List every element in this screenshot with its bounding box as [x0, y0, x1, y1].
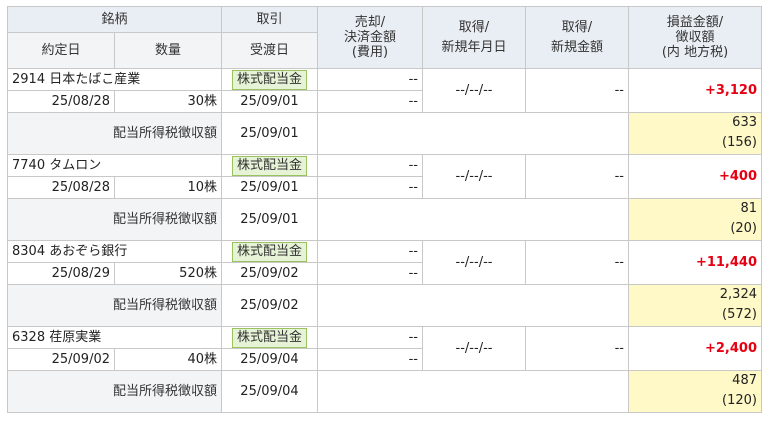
header-acq-date: 取得/ 新規年月日	[422, 6, 526, 69]
trade-type-badge: 株式配当金	[231, 241, 307, 262]
sale-amount: --	[317, 326, 423, 349]
sale-cost: --	[317, 262, 423, 285]
stock-name[interactable]: 6328 荏原実業	[7, 326, 222, 349]
tax-local-amount: (120)	[722, 393, 757, 408]
header-sale-line3: (費用)	[351, 45, 389, 60]
tax-local-amount: (20)	[730, 221, 757, 236]
tax-row: 配当所得税徴収額 25/09/04 487 (120)	[7, 370, 762, 413]
stock-name[interactable]: 7740 タムロン	[7, 154, 222, 177]
header-acq-date-line1: 取得/	[458, 19, 490, 35]
header-profit-line1: 損益金額/	[666, 15, 724, 30]
header-sale-line2: 決済金額	[343, 30, 396, 45]
profit-amount: +400	[628, 154, 762, 199]
header-row-1: 銘柄 取引 売却/ 決済金額 (費用) 取得/ 新規年月日 取得/ 新規金額 損…	[7, 6, 762, 69]
tax-amount: 633	[732, 115, 757, 130]
tax-blank	[317, 284, 629, 327]
tax-amount: 487	[732, 373, 757, 388]
quantity: 10株	[114, 176, 222, 199]
tax-amount: 2,324	[719, 287, 757, 302]
header-acq-amount-line1: 取得/	[561, 19, 593, 35]
settle-date: 25/09/04	[221, 348, 318, 371]
tax-date: 25/09/01	[221, 198, 318, 241]
dividend-history-table: 銘柄 取引 売却/ 決済金額 (費用) 取得/ 新規年月日 取得/ 新規金額 損…	[7, 6, 762, 413]
header-quantity: 数量	[114, 32, 222, 69]
profit-amount: +11,440	[628, 240, 762, 285]
settle-date: 25/09/02	[221, 262, 318, 285]
header-trade-date: 約定日	[7, 32, 115, 69]
sale-cost: --	[317, 176, 423, 199]
settle-date: 25/09/01	[221, 176, 318, 199]
acq-date: --/--/--	[422, 240, 526, 285]
acq-amount: --	[525, 240, 629, 285]
trade-date: 25/09/02	[7, 348, 115, 371]
tax-row: 配当所得税徴収額 25/09/02 2,324 (572)	[7, 284, 762, 327]
tax-date: 25/09/02	[221, 284, 318, 327]
header-settle-date: 受渡日	[221, 32, 318, 69]
header-acq-amount: 取得/ 新規金額	[525, 6, 629, 69]
tax-date: 25/09/04	[221, 370, 318, 413]
acq-date: --/--/--	[422, 326, 526, 371]
acq-amount: --	[525, 326, 629, 371]
sale-cost: --	[317, 90, 423, 113]
trade-date: 25/08/28	[7, 176, 115, 199]
header-profit: 損益金額/ 徴収額 (内 地方税)	[628, 6, 762, 69]
tax-local-amount: (156)	[722, 135, 757, 150]
quantity: 30株	[114, 90, 222, 113]
trade-type-badge: 株式配当金	[231, 327, 307, 348]
record-row-name: 7740 タムロン 株式配当金 -- --/--/-- -- +400	[7, 154, 762, 199]
tax-row: 配当所得税徴収額 25/09/01 81 (20)	[7, 198, 762, 241]
header-acq-amount-line2: 新規金額	[550, 39, 603, 55]
header-stock: 銘柄	[7, 6, 222, 33]
tax-amount-cell: 487 (120)	[628, 370, 762, 413]
stock-name[interactable]: 2914 日本たばこ産業	[7, 68, 222, 91]
sale-cost: --	[317, 348, 423, 371]
acq-date: --/--/--	[422, 154, 526, 199]
header-profit-line2: 徴収額	[675, 30, 715, 45]
header-profit-line3: (内 地方税)	[661, 45, 729, 60]
profit-amount: +3,120	[628, 68, 762, 113]
sale-amount: --	[317, 240, 423, 263]
tax-date: 25/09/01	[221, 112, 318, 155]
trade-type-badge: 株式配当金	[231, 155, 307, 176]
dividend-history-panel: 銘柄 取引 売却/ 決済金額 (費用) 取得/ 新規年月日 取得/ 新規金額 損…	[0, 0, 768, 433]
tax-label: 配当所得税徴収額	[7, 284, 222, 327]
trade-type-cell: 株式配当金	[221, 326, 318, 349]
record-row-name: 8304 あおぞら銀行 株式配当金 -- --/--/-- -- +11,440	[7, 240, 762, 285]
settle-date: 25/09/01	[221, 90, 318, 113]
header-acq-date-line2: 新規年月日	[441, 39, 507, 55]
tax-amount-cell: 2,324 (572)	[628, 284, 762, 327]
header-sale-amount: 売却/ 決済金額 (費用)	[317, 6, 423, 69]
header-trade: 取引	[221, 6, 318, 33]
trade-type-cell: 株式配当金	[221, 240, 318, 263]
header-sale-line1: 売却/	[354, 15, 386, 30]
tax-amount-cell: 81 (20)	[628, 198, 762, 241]
acq-date: --/--/--	[422, 68, 526, 113]
tax-blank	[317, 370, 629, 413]
trade-date: 25/08/29	[7, 262, 115, 285]
tax-label: 配当所得税徴収額	[7, 112, 222, 155]
tax-blank	[317, 198, 629, 241]
trade-type-badge: 株式配当金	[231, 69, 307, 90]
trade-date: 25/08/28	[7, 90, 115, 113]
tax-row: 配当所得税徴収額 25/09/01 633 (156)	[7, 112, 762, 155]
acq-amount: --	[525, 154, 629, 199]
record-row-name: 2914 日本たばこ産業 株式配当金 -- --/--/-- -- +3,120	[7, 68, 762, 113]
tax-local-amount: (572)	[722, 307, 757, 322]
tax-blank	[317, 112, 629, 155]
stock-name[interactable]: 8304 あおぞら銀行	[7, 240, 222, 263]
sale-amount: --	[317, 68, 423, 91]
trade-type-cell: 株式配当金	[221, 68, 318, 91]
acq-amount: --	[525, 68, 629, 113]
quantity: 520株	[114, 262, 222, 285]
record-row-name: 6328 荏原実業 株式配当金 -- --/--/-- -- +2,400	[7, 326, 762, 371]
quantity: 40株	[114, 348, 222, 371]
tax-label: 配当所得税徴収額	[7, 370, 222, 413]
profit-amount: +2,400	[628, 326, 762, 371]
tax-label: 配当所得税徴収額	[7, 198, 222, 241]
tax-amount: 81	[740, 201, 757, 216]
sale-amount: --	[317, 154, 423, 177]
trade-type-cell: 株式配当金	[221, 154, 318, 177]
tax-amount-cell: 633 (156)	[628, 112, 762, 155]
